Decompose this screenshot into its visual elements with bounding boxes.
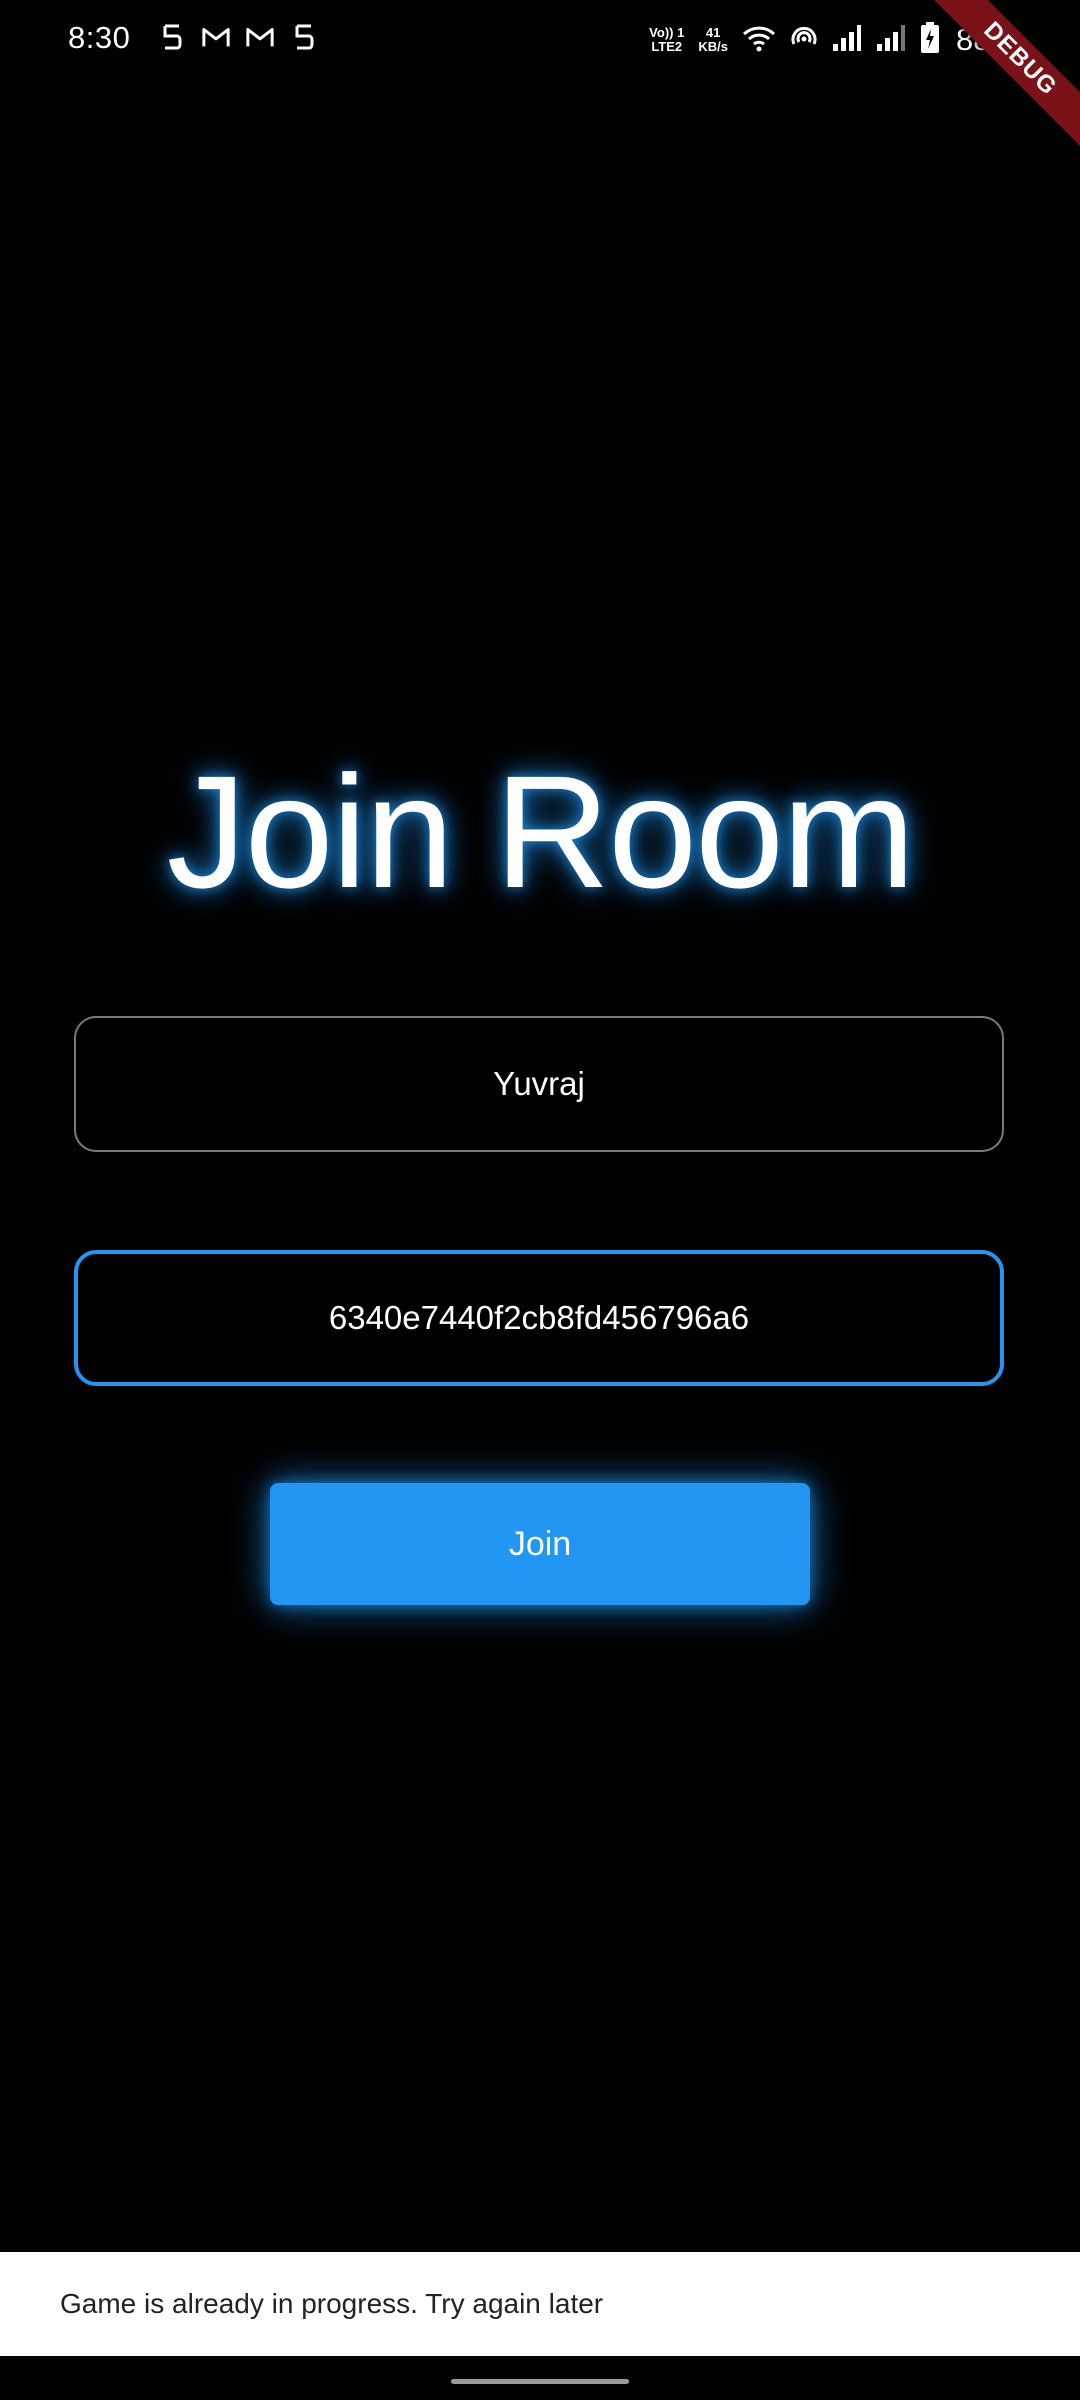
hotspot-icon: [790, 24, 818, 57]
notification-icons: [158, 22, 318, 52]
wifi-icon: [742, 24, 776, 57]
status-time: 8:30: [68, 20, 131, 55]
room-id-field[interactable]: 6340e7440f2cb8fd456796a6: [74, 1250, 1004, 1386]
gmail-icon: [202, 22, 230, 52]
signal-2-icon: [876, 24, 906, 57]
s-icon: [158, 22, 186, 52]
battery-charging-icon: [920, 21, 940, 59]
room-id-field-value: 6340e7440f2cb8fd456796a6: [328, 1299, 750, 1336]
name-field-value: Yuvraj: [493, 1065, 585, 1102]
network-speed: 41 KB/s: [698, 25, 728, 54]
s-icon: [290, 22, 318, 52]
volte-indicator: Vo)) 1 LTE2: [649, 25, 685, 54]
signal-1-icon: [832, 24, 862, 57]
snackbar-message: Game is already in progress. Try again l…: [60, 2288, 604, 2319]
join-button[interactable]: Join: [270, 1483, 810, 1605]
gmail-icon: [246, 22, 274, 52]
page-title: Join Room: [166, 742, 916, 921]
name-field[interactable]: Yuvraj: [74, 1016, 1004, 1152]
gesture-nav-handle[interactable]: [451, 2379, 629, 2384]
snackbar: Game is already in progress. Try again l…: [0, 2252, 1080, 2356]
join-button-label: Join: [508, 1524, 572, 1563]
join-room-screen: 8:30 Vo)) 1 LTE2 41 KB/s DEBUG Join Room…: [0, 0, 1080, 2400]
status-bar: 8:30 Vo)) 1 LTE2 41 KB/s: [0, 0, 1080, 80]
